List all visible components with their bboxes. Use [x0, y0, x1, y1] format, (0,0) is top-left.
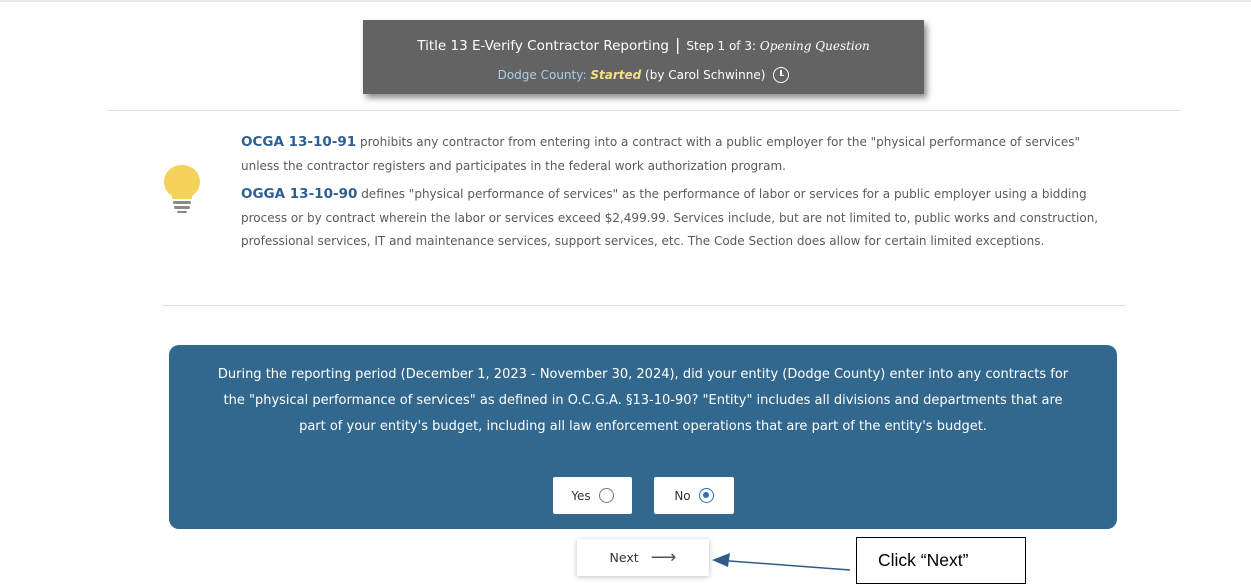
question-text: During the reporting period (December 1,… — [217, 367, 1069, 434]
step-name: Opening Question — [759, 39, 870, 53]
status-badge: Started — [590, 68, 642, 82]
no-label: No — [674, 488, 691, 503]
next-button[interactable]: Next ⟶ — [577, 539, 709, 576]
header-status-line: Dodge County: Started (by Carol Schwinne… — [363, 67, 924, 83]
ocga-13-10-91-code: OCGA 13-10-91 — [241, 134, 357, 150]
header-title-line: Title 13 E-Verify Contractor Reporting | S… — [363, 35, 924, 54]
lightbulb-icon — [164, 165, 200, 213]
arrow-right-icon: ⟶ — [650, 546, 677, 568]
callout-next-note: Click “Next” — [856, 537, 1026, 584]
info-text-2: defines "physical performance of service… — [241, 187, 1099, 248]
clock-icon[interactable] — [773, 67, 790, 83]
info-paragraph-1: OCGA 13-10-91 prohibits any contractor f… — [241, 131, 1111, 178]
info-divider — [162, 305, 1126, 306]
step-number: Step 1 of 3: — [686, 39, 757, 53]
yes-option[interactable]: Yes — [553, 477, 632, 514]
yes-label: Yes — [571, 488, 591, 503]
step-indicator: Step 1 of 3: Opening Question — [686, 39, 869, 53]
question-panel: During the reporting period (December 1,… — [169, 345, 1117, 529]
section-divider — [107, 110, 1181, 111]
yes-radio[interactable] — [598, 488, 614, 503]
started-by: (by Carol Schwinne) — [645, 68, 766, 82]
header-title: Title 13 E-Verify Contractor Reporting — [417, 38, 669, 54]
header-separator: | — [674, 35, 681, 54]
info-text-1: prohibits any contractor from entering i… — [241, 135, 1080, 173]
ocga-13-10-90-code: OGGA 13-10-90 — [241, 186, 358, 202]
info-paragraph-2: OGGA 13-10-90 defines "physical performa… — [241, 183, 1111, 254]
county-name: Dodge County: — [497, 68, 587, 82]
no-radio[interactable] — [698, 488, 714, 503]
step-header: Title 13 E-Verify Contractor Reporting | S… — [363, 20, 924, 94]
annotation-arrow — [712, 553, 851, 571]
top-divider — [0, 0, 1251, 2]
no-option[interactable]: No — [654, 477, 734, 514]
next-label: Next — [609, 550, 639, 565]
